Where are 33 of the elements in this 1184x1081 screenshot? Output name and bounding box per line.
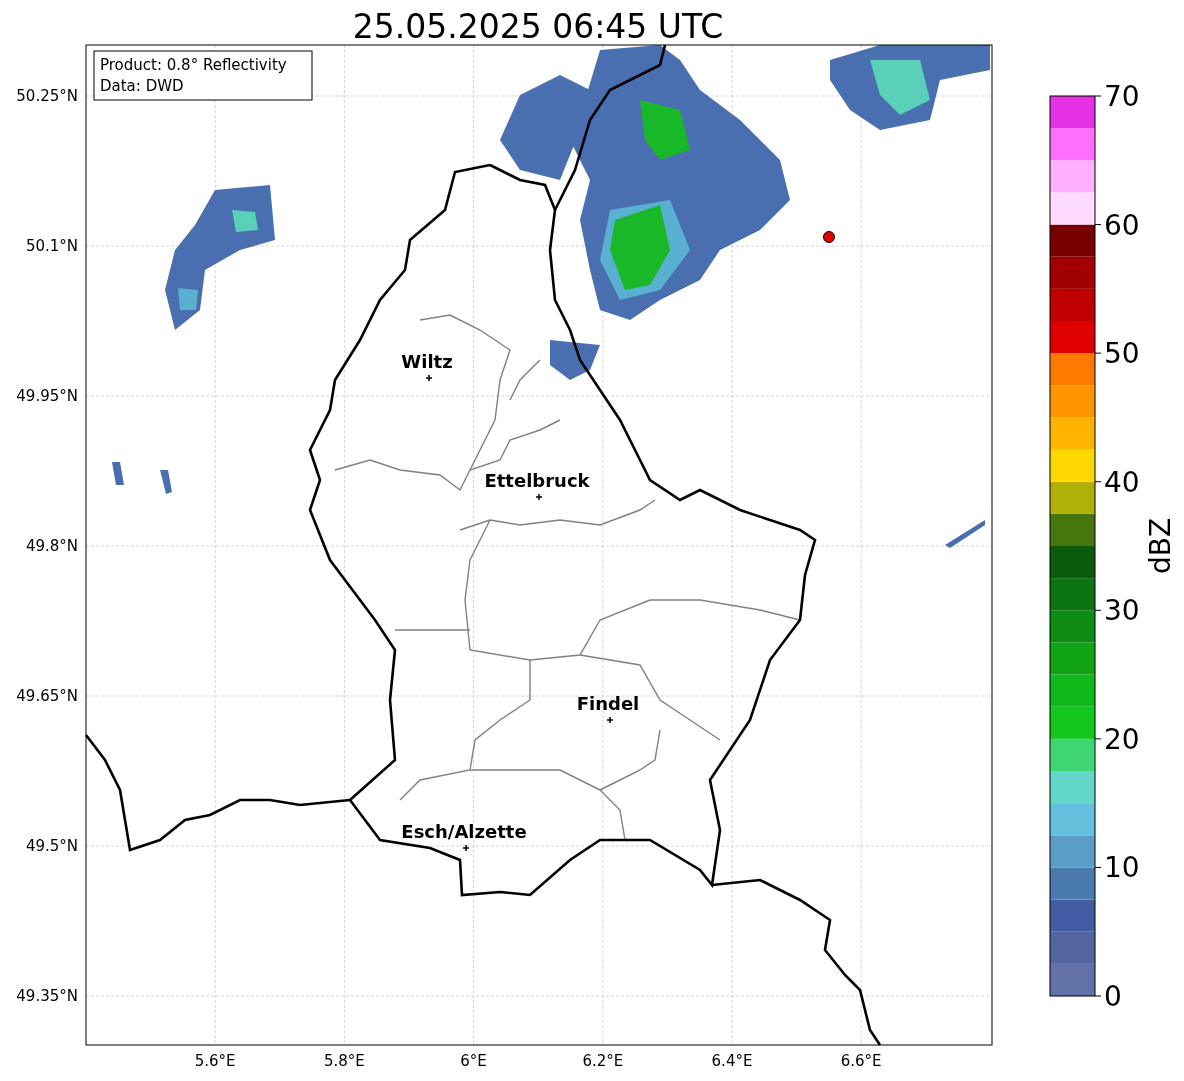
colorbar-tick-label: 70: [1104, 80, 1140, 113]
x-tick-label: 6.4°E: [711, 1052, 753, 1070]
x-tick-label: 6.6°E: [840, 1052, 882, 1070]
info-text: Data: DWD: [100, 77, 184, 95]
x-tick-label: 6°E: [460, 1052, 487, 1070]
city-label: Esch/Alzette: [401, 821, 527, 842]
city-marker-icon: [425, 374, 433, 382]
city-marker-icon: [535, 493, 543, 501]
colorbar-label: dBZ: [1144, 517, 1177, 575]
city-marker-icon: [606, 716, 614, 724]
info-text: Product: 0.8° Reflectivity: [100, 56, 287, 74]
x-tick-label: 5.6°E: [194, 1052, 236, 1070]
city-marker-icon: [462, 844, 470, 852]
city-label: Wiltz: [401, 351, 453, 372]
colorbar-tick-label: 40: [1104, 465, 1140, 499]
y-tick-label: 49.65°N: [16, 687, 78, 705]
x-tick-label: 6.2°E: [582, 1052, 624, 1070]
x-tick-label: 5.8°E: [324, 1052, 365, 1070]
colorbar-tick-label: 10: [1104, 851, 1140, 885]
colorbar-tick-label: 0: [1104, 980, 1122, 1013]
colorbar-tick-label: 60: [1104, 208, 1140, 242]
y-tick-label: 50.1°N: [25, 237, 78, 255]
y-tick-label: 49.5°N: [25, 837, 78, 855]
y-tick-label: 50.25°N: [16, 87, 78, 105]
y-tick-label: 49.8°N: [25, 537, 78, 555]
colorbar-tick-label: 30: [1104, 594, 1140, 628]
y-tick-label: 49.95°N: [16, 387, 78, 405]
colorbar-tick-label: 20: [1104, 722, 1140, 756]
city-label: Ettelbruck: [484, 470, 590, 491]
y-tick-label: 49.35°N: [16, 987, 78, 1005]
chart-title: 25.05.2025 06:45 UTC: [352, 7, 724, 46]
colorbar-tick-label: 50: [1104, 337, 1140, 371]
city-label: Findel: [576, 693, 640, 714]
